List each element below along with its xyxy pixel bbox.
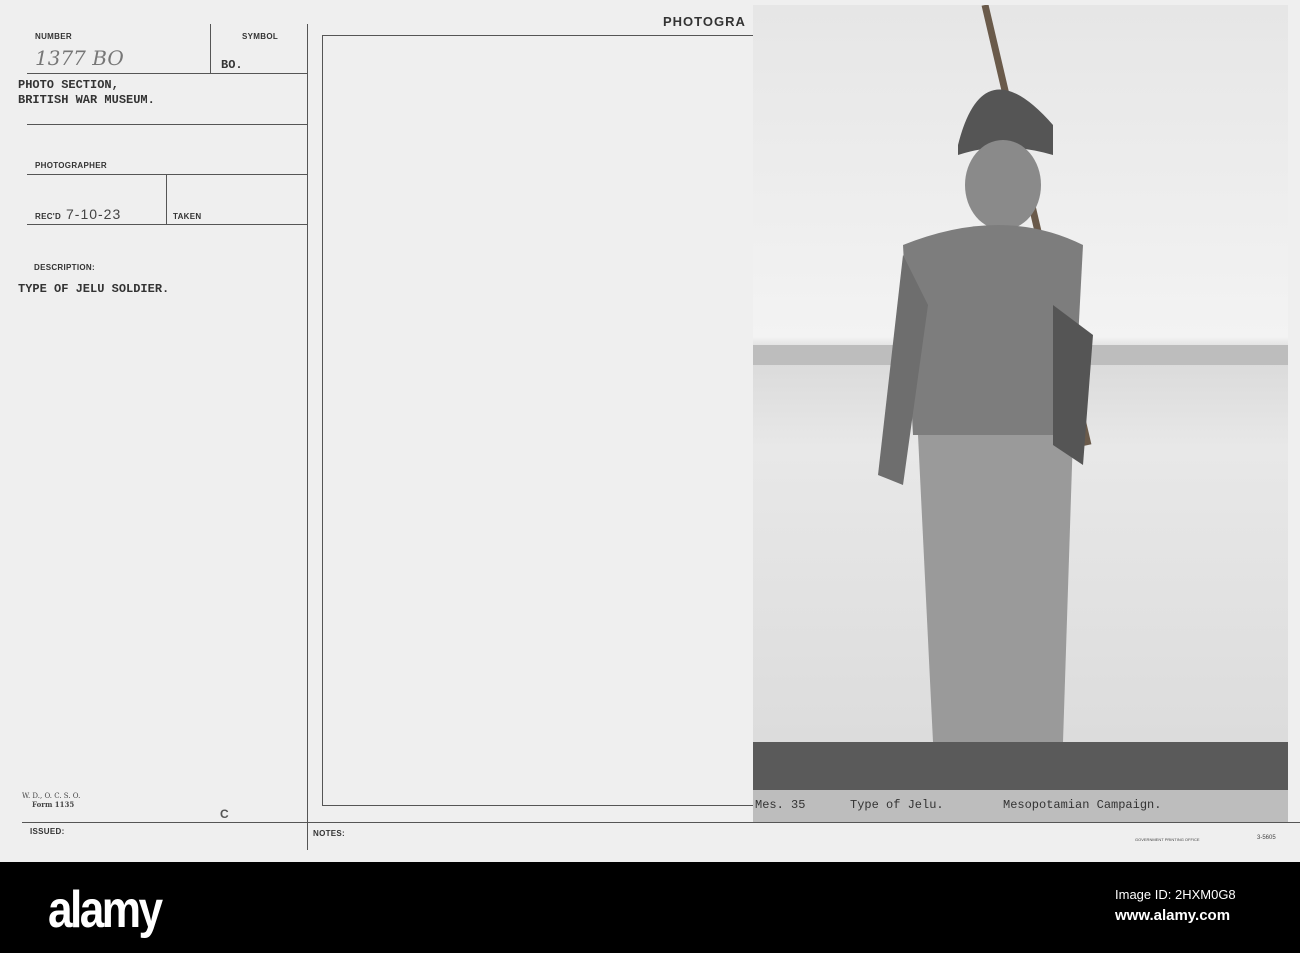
- divider: [27, 174, 307, 175]
- taken-label: TAKEN: [173, 212, 202, 221]
- alamy-logo: alamy: [48, 881, 163, 939]
- symbol-label: SYMBOL: [242, 32, 279, 41]
- description-value: TYPE OF JELU SOLDIER.: [18, 282, 170, 296]
- photo-dark-band: [753, 742, 1288, 790]
- section-line-1: PHOTO SECTION,: [18, 78, 119, 92]
- caption-title: Type of Jelu.: [850, 798, 944, 812]
- issued-label: ISSUED:: [30, 827, 65, 836]
- notes-label: NOTES:: [313, 829, 346, 838]
- section-line-2: BRITISH WAR MUSEUM.: [18, 93, 155, 107]
- description-label: DESCRIPTION:: [34, 263, 95, 272]
- caption-campaign: Mesopotamian Campaign.: [1003, 798, 1162, 812]
- divider: [166, 174, 167, 224]
- photographer-label: PHOTOGRAPHER: [35, 161, 107, 170]
- number-label: NUMBER: [35, 32, 72, 41]
- number-value: 1377 BO: [35, 46, 124, 70]
- divider: [210, 24, 211, 73]
- caption-number: Mes. 35: [755, 798, 806, 812]
- soldier-figure: [753, 5, 1288, 742]
- symbol-value: BO.: [221, 58, 243, 72]
- printer-code: 3-5605: [1257, 835, 1276, 841]
- divider: [27, 124, 307, 125]
- photo-frame: [322, 35, 758, 806]
- image-id: Image ID: 2HXM0G8: [1115, 887, 1236, 902]
- recd-value: 7-10-23: [66, 206, 122, 222]
- archive-card: NUMBER 1377 BO SYMBOL BO. PHOTO SECTION,…: [0, 0, 1300, 862]
- alamy-url[interactable]: www.alamy.com: [1115, 907, 1230, 924]
- divider: [307, 24, 308, 850]
- recd-label: REC'D: [35, 212, 62, 221]
- divider: [22, 822, 1300, 823]
- letter-mark: C: [220, 807, 229, 821]
- divider: [27, 224, 307, 225]
- form-line-2: Form 1135: [32, 800, 75, 809]
- form-line-1: W. D., O. C. S. O.: [22, 792, 81, 800]
- soldier-photograph: [753, 5, 1288, 742]
- photograph-label: PHOTOGRA: [663, 14, 746, 29]
- photo-caption: Mes. 35 Type of Jelu. Mesopotamian Campa…: [753, 790, 1288, 822]
- divider: [27, 73, 307, 74]
- printer-imprint: GOVERNMENT PRINTING OFFICE: [1135, 837, 1200, 842]
